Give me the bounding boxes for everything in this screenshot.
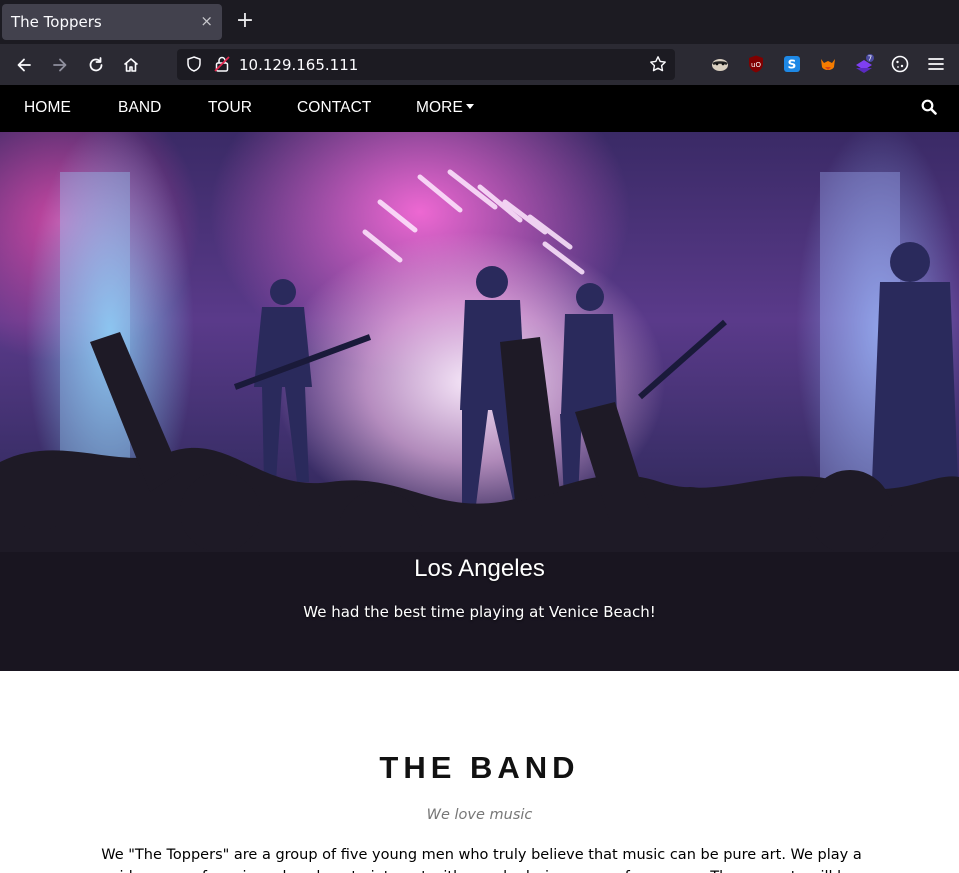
nav-contact-link[interactable]: CONTACT <box>297 99 371 117</box>
back-icon[interactable] <box>11 52 37 78</box>
band-description: We "The Toppers" are a group of five you… <box>101 847 862 873</box>
nav-band-link[interactable]: BAND <box>118 99 161 117</box>
insecure-lock-icon[interactable] <box>213 55 231 77</box>
bookmark-star-icon[interactable] <box>649 55 667 77</box>
band-tagline: We love music <box>426 807 533 823</box>
band-section-title: THE BAND <box>379 750 580 785</box>
new-tab-icon[interactable]: + <box>233 10 257 34</box>
hero-carousel: Los Angeles We had the best time playing… <box>0 132 959 671</box>
nav-more-dropdown[interactable]: MORE <box>416 99 474 117</box>
concert-photo <box>0 169 959 671</box>
hero-caption: We had the best time playing at Venice B… <box>303 603 656 621</box>
browser-toolbar: 10.129.165.111 uO S 7 <box>0 44 959 85</box>
foxyproxy-icon[interactable] <box>818 54 838 74</box>
nav-home-link[interactable]: HOME <box>24 99 71 117</box>
url-bar[interactable]: 10.129.165.111 <box>177 49 675 80</box>
reload-icon[interactable] <box>83 52 109 78</box>
tab-title: The Toppers <box>11 13 102 31</box>
svg-text:S: S <box>788 58 797 72</box>
nav-tour-link[interactable]: TOUR <box>208 99 252 117</box>
s-extension-icon[interactable]: S <box>782 54 802 74</box>
search-icon[interactable] <box>921 99 937 119</box>
tracking-protection-icon[interactable] <box>185 55 203 77</box>
svg-text:uO: uO <box>751 61 761 69</box>
cookie-editor-icon[interactable] <box>890 54 910 74</box>
wappalyzer-icon[interactable]: 7 <box>854 54 874 74</box>
home-icon[interactable] <box>118 52 144 78</box>
browser-tab-strip: The Toppers × + <box>0 0 959 44</box>
url-text: 10.129.165.111 <box>239 56 359 74</box>
tab-close-icon[interactable]: × <box>200 12 213 30</box>
app-menu-icon[interactable] <box>926 54 946 74</box>
ublock-origin-icon[interactable]: uO <box>746 54 766 74</box>
browser-tab[interactable]: The Toppers × <box>2 4 222 40</box>
forward-icon[interactable] <box>47 52 73 78</box>
caret-down-icon <box>465 104 474 109</box>
extension-badge: 7 <box>868 55 872 63</box>
site-navbar: HOME BAND TOUR CONTACT MORE <box>0 85 959 132</box>
nav-more-label: MORE <box>416 99 463 116</box>
privacy-badger-icon[interactable] <box>710 54 730 74</box>
hero-city: Los Angeles <box>414 555 545 582</box>
